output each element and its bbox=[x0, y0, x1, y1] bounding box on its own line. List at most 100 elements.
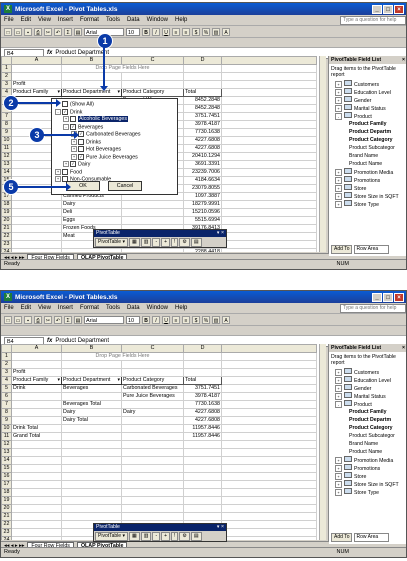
cell-e[interactable] bbox=[221, 96, 317, 105]
ok-button[interactable]: OK bbox=[66, 181, 100, 191]
menu-file[interactable]: File bbox=[4, 17, 14, 23]
cell-b[interactable] bbox=[61, 504, 122, 513]
expand-icon[interactable]: + bbox=[63, 116, 69, 122]
checkbox[interactable]: ✓ bbox=[70, 123, 76, 130]
cell-e[interactable] bbox=[221, 224, 317, 233]
cell-b[interactable]: Beverages bbox=[61, 384, 122, 393]
menu-data[interactable]: Data bbox=[127, 17, 140, 23]
col-header-a[interactable]: A bbox=[11, 344, 62, 353]
underline-icon[interactable]: U bbox=[162, 315, 170, 324]
row-header[interactable]: 3 bbox=[1, 80, 12, 89]
cell-e[interactable] bbox=[221, 432, 317, 441]
row-header[interactable]: 19 bbox=[1, 496, 12, 505]
row-header[interactable]: 2 bbox=[1, 72, 12, 81]
cell-d[interactable] bbox=[183, 480, 222, 489]
cell-c[interactable]: Dairy bbox=[121, 408, 184, 417]
cell-e[interactable] bbox=[221, 408, 317, 417]
cell-e[interactable] bbox=[221, 112, 317, 121]
cell-e[interactable] bbox=[221, 424, 317, 433]
row-header[interactable]: 13 bbox=[1, 160, 12, 169]
cell-a[interactable] bbox=[11, 520, 62, 529]
row-header[interactable]: 11 bbox=[1, 144, 12, 153]
cell-d[interactable] bbox=[183, 352, 222, 361]
align-left-icon[interactable]: ≡ bbox=[172, 315, 180, 324]
cell-d[interactable]: 3691.3391 bbox=[183, 160, 222, 169]
cell-d[interactable]: 8452.2848 bbox=[183, 104, 222, 113]
cell-a[interactable] bbox=[11, 240, 62, 249]
row-header[interactable]: 21 bbox=[1, 512, 12, 521]
cell-a[interactable]: Product Family bbox=[11, 376, 62, 385]
cell-d[interactable]: 1097.3887 bbox=[183, 192, 222, 201]
field-list-icon[interactable]: ▤ bbox=[190, 238, 202, 247]
cell-d[interactable]: 11957.8446 bbox=[183, 432, 222, 441]
close-icon[interactable]: × bbox=[402, 56, 406, 64]
print-icon[interactable]: ⎙ bbox=[34, 315, 42, 324]
cell-a[interactable]: Grand Total bbox=[11, 432, 62, 441]
close-button[interactable]: × bbox=[394, 292, 404, 302]
help-search-input[interactable]: Type a question for help bbox=[340, 303, 406, 313]
expand-icon[interactable]: + bbox=[71, 146, 77, 152]
cell-c[interactable] bbox=[121, 360, 184, 369]
subfield-brand-name[interactable]: Brand Name bbox=[329, 440, 406, 448]
cut-icon[interactable]: ✂ bbox=[44, 315, 52, 324]
field-store-type[interactable]: + Store Type bbox=[329, 488, 406, 496]
cell-d[interactable] bbox=[183, 488, 222, 497]
hide-detail-icon[interactable]: - bbox=[152, 532, 161, 541]
cell-d[interactable] bbox=[183, 512, 222, 521]
italic-icon[interactable]: I bbox=[152, 27, 160, 36]
row-header[interactable]: 3 bbox=[1, 368, 12, 377]
row-header[interactable]: 8 bbox=[1, 120, 12, 129]
percent-icon[interactable]: % bbox=[202, 315, 210, 324]
field-store-size[interactable]: + Store Size in SQFT bbox=[329, 480, 406, 488]
cell-e[interactable] bbox=[221, 368, 317, 377]
sum-icon[interactable]: Σ bbox=[64, 315, 72, 324]
subfield-product-category[interactable]: Product Category bbox=[329, 136, 406, 144]
field-store-type[interactable]: + Store Type bbox=[329, 200, 406, 208]
cell-b[interactable] bbox=[61, 368, 122, 377]
expand-icon[interactable]: + bbox=[71, 138, 77, 145]
font-name-select[interactable]: Arial bbox=[84, 315, 124, 324]
cell-a[interactable] bbox=[11, 416, 62, 425]
expand-icon[interactable]: + bbox=[63, 161, 69, 167]
drop-page-fields[interactable]: Drop Page Fields Here bbox=[61, 64, 184, 73]
menu-edit[interactable]: Edit bbox=[21, 17, 31, 23]
cell-b[interactable] bbox=[61, 432, 122, 441]
cell-b[interactable] bbox=[61, 440, 122, 449]
close-icon[interactable]: ▾ × bbox=[217, 524, 226, 531]
cell-d[interactable]: Total bbox=[183, 88, 222, 97]
bold-icon[interactable]: B bbox=[142, 27, 150, 36]
cell-e[interactable] bbox=[221, 440, 317, 449]
print-icon[interactable]: ⎙ bbox=[34, 27, 42, 36]
pivottable-menu-button[interactable]: PivotTable ▾ bbox=[95, 532, 128, 541]
cell-a[interactable] bbox=[11, 464, 62, 473]
cell-a[interactable] bbox=[11, 488, 62, 497]
cell-e[interactable] bbox=[221, 200, 317, 209]
italic-icon[interactable]: I bbox=[152, 315, 160, 324]
row-header[interactable]: 11 bbox=[1, 432, 12, 441]
subfield-product-department[interactable]: Product Departm bbox=[329, 416, 406, 424]
currency-icon[interactable]: $ bbox=[192, 27, 200, 36]
row-header[interactable]: 7 bbox=[1, 112, 12, 121]
row-header[interactable]: 14 bbox=[1, 456, 12, 465]
cell-c[interactable] bbox=[121, 432, 184, 441]
cell-c[interactable] bbox=[121, 488, 184, 497]
cell-d[interactable]: 20410.1294 bbox=[183, 152, 222, 161]
row-header[interactable]: 18 bbox=[1, 488, 12, 497]
cell-b[interactable] bbox=[61, 392, 122, 401]
cell-a[interactable] bbox=[11, 504, 62, 513]
cell-a[interactable] bbox=[11, 512, 62, 521]
minimize-button[interactable]: _ bbox=[372, 292, 382, 302]
collapse-icon[interactable]: - bbox=[63, 123, 69, 130]
cell-c[interactable] bbox=[121, 424, 184, 433]
settings-icon[interactable]: ⚙ bbox=[179, 532, 190, 541]
select-all-corner[interactable] bbox=[1, 56, 12, 65]
row-header[interactable]: 22 bbox=[1, 232, 12, 241]
cell-c[interactable] bbox=[121, 464, 184, 473]
cell-b[interactable]: Eggs bbox=[61, 216, 122, 225]
menu-tools[interactable]: Tools bbox=[106, 305, 120, 311]
menu-format[interactable]: Format bbox=[80, 17, 99, 23]
cell-c[interactable] bbox=[121, 208, 184, 217]
cell-d[interactable] bbox=[183, 504, 222, 513]
cell-d[interactable] bbox=[183, 456, 222, 465]
cell-d[interactable]: 3751.7451 bbox=[183, 384, 222, 393]
